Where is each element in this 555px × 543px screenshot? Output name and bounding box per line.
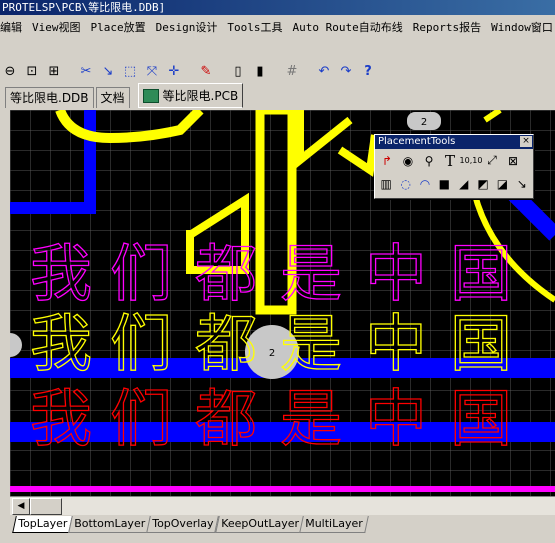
pcb-file-icon <box>142 88 159 103</box>
zoom-area-icon[interactable]: ⊡ <box>22 61 42 81</box>
pen-icon[interactable]: ✎ <box>196 61 216 81</box>
toolbar-separator <box>186 61 194 81</box>
cross-icon[interactable]: ✛ <box>164 61 184 81</box>
move-icon[interactable]: ⤧ <box>142 61 162 81</box>
zoom-fit-icon[interactable]: ⊞ <box>44 61 64 81</box>
place-fill-icon[interactable]: ■ <box>436 175 452 193</box>
tab-pcb-label: 等比限电.PCB <box>162 88 239 103</box>
toolbar-separator <box>304 61 312 81</box>
place-pad-icon[interactable]: ◉ <box>399 152 417 170</box>
silk-char: 中 <box>365 237 427 310</box>
window-title: PROTELSP\PCB\等比限电.DDB] <box>0 0 555 15</box>
layer-tab-top-overlay[interactable]: TopOverlay <box>146 516 220 533</box>
help-icon[interactable]: ? <box>358 61 378 81</box>
place-via-icon[interactable]: ⚲ <box>420 152 438 170</box>
silk-char: 国 <box>450 382 512 455</box>
undo-icon[interactable]: ↶ <box>314 61 334 81</box>
silk-char: 都 <box>195 382 257 455</box>
menu-reports[interactable]: Reports报告 <box>413 19 481 35</box>
palette-title-bar[interactable]: PlacementTools × <box>375 135 533 149</box>
horizontal-scrollbar[interactable]: ◀ <box>10 496 555 515</box>
main-toolbar: ⊖ ⊡ ⊞ ✂ ↘ ⬚ ⤧ ✛ ✎ ▯ ▮ # ↶ ↷ ? <box>0 58 555 84</box>
place-split-plane-icon[interactable]: ◩ <box>475 175 491 193</box>
layer-tab-label: TopOverlay <box>152 517 214 530</box>
browse-icon[interactable]: ▮ <box>250 61 270 81</box>
pad-label: 2 <box>269 348 275 359</box>
silk-char: 国 <box>450 307 512 380</box>
scroll-left-icon[interactable]: ◀ <box>12 498 30 515</box>
menu-place[interactable]: Place放置 <box>91 19 146 35</box>
layer-tab-label: KeepOutLayer <box>220 517 299 530</box>
scroll-thumb[interactable] <box>30 498 62 515</box>
keepout-line <box>10 486 555 492</box>
place-coordinate-icon[interactable]: 10,10 <box>460 152 483 170</box>
placement-tools-palette[interactable]: PlacementTools × ↱ ◉ ⚲ T 10,10 ⤢ ⊠ ▥ ◌ ◠… <box>374 134 534 199</box>
place-dimension-icon[interactable]: ⤢ <box>483 152 501 170</box>
toolbar-separator <box>66 61 74 81</box>
silk-char: 我 <box>30 237 92 310</box>
place-array-icon[interactable]: ↘ <box>514 175 530 193</box>
silk-char: 们 <box>110 307 172 380</box>
silk-char: 中 <box>365 382 427 455</box>
select-icon[interactable]: ↘ <box>98 61 118 81</box>
marquee-icon[interactable]: ⬚ <box>120 61 140 81</box>
menu-design[interactable]: Design设计 <box>156 19 218 35</box>
toolbar-separator <box>218 61 226 81</box>
silk-char: 中 <box>365 307 427 380</box>
palette-row: ↱ ◉ ⚲ T 10,10 ⤢ ⊠ <box>375 149 533 172</box>
layer-tab-label: BottomLayer <box>74 517 146 530</box>
silk-char: 是 <box>280 237 342 310</box>
silk-char: 是 <box>280 307 342 380</box>
tab-pcb[interactable]: 等比限电.PCB <box>137 83 244 108</box>
document-tabs: 等比限电.DDB 文档 等比限电.PCB <box>5 83 245 108</box>
layer-tab-label: TopLayer <box>18 517 68 530</box>
place-string-icon[interactable]: T <box>441 152 459 170</box>
zoom-out-icon[interactable]: ⊖ <box>0 61 20 81</box>
library-icon[interactable]: ▯ <box>228 61 248 81</box>
menu-window[interactable]: Window窗口 <box>491 19 553 35</box>
silk-char: 国 <box>450 237 512 310</box>
pad-label: 2 <box>421 117 427 128</box>
layer-tab-keepout[interactable]: KeepOutLayer <box>214 516 305 533</box>
silk-char: 都 <box>195 237 257 310</box>
place-track-icon[interactable]: ↱ <box>378 152 396 170</box>
layer-tab-top[interactable]: TopLayer <box>12 516 74 533</box>
silk-char: 我 <box>30 307 92 380</box>
silk-char: 们 <box>110 237 172 310</box>
layer-tab-label: MultiLayer <box>305 517 364 530</box>
toolbar-separator <box>272 61 280 81</box>
redo-icon[interactable]: ↷ <box>336 61 356 81</box>
layer-tab-multi[interactable]: MultiLayer <box>299 516 369 533</box>
place-polygon-icon[interactable]: ◢ <box>456 175 472 193</box>
menu-auto-route[interactable]: Auto Route自动布线 <box>293 19 403 35</box>
close-icon[interactable]: × <box>520 136 532 147</box>
layer-tabs: TopLayer BottomLayer TopOverlay KeepOutL… <box>0 516 555 543</box>
grid-icon[interactable]: # <box>282 61 302 81</box>
menu-edit[interactable]: 编辑 <box>0 19 22 35</box>
place-room-icon[interactable]: ▥ <box>378 175 394 193</box>
tab-documents[interactable]: 文档 <box>95 87 130 108</box>
place-origin-icon[interactable]: ⊠ <box>504 152 522 170</box>
layer-tab-bottom[interactable]: BottomLayer <box>68 516 152 533</box>
place-arc-edge-icon[interactable]: ◠ <box>417 175 433 193</box>
palette-title: PlacementTools <box>378 136 456 147</box>
silk-char: 是 <box>280 382 342 455</box>
menu-view[interactable]: View视图 <box>32 19 81 35</box>
menu-bar: 编辑 View视图 Place放置 Design设计 Tools工具 Auto … <box>0 16 555 38</box>
place-slice-icon[interactable]: ◪ <box>494 175 510 193</box>
silk-char: 我 <box>30 382 92 455</box>
menu-tools[interactable]: Tools工具 <box>227 19 282 35</box>
tab-ddb[interactable]: 等比限电.DDB <box>5 87 94 108</box>
silk-char: 们 <box>110 382 172 455</box>
cut-icon[interactable]: ✂ <box>76 61 96 81</box>
palette-row: ▥ ◌ ◠ ■ ◢ ◩ ◪ ↘ <box>375 172 533 195</box>
silk-char: 都 <box>195 307 257 380</box>
place-arc-center-icon[interactable]: ◌ <box>397 175 413 193</box>
